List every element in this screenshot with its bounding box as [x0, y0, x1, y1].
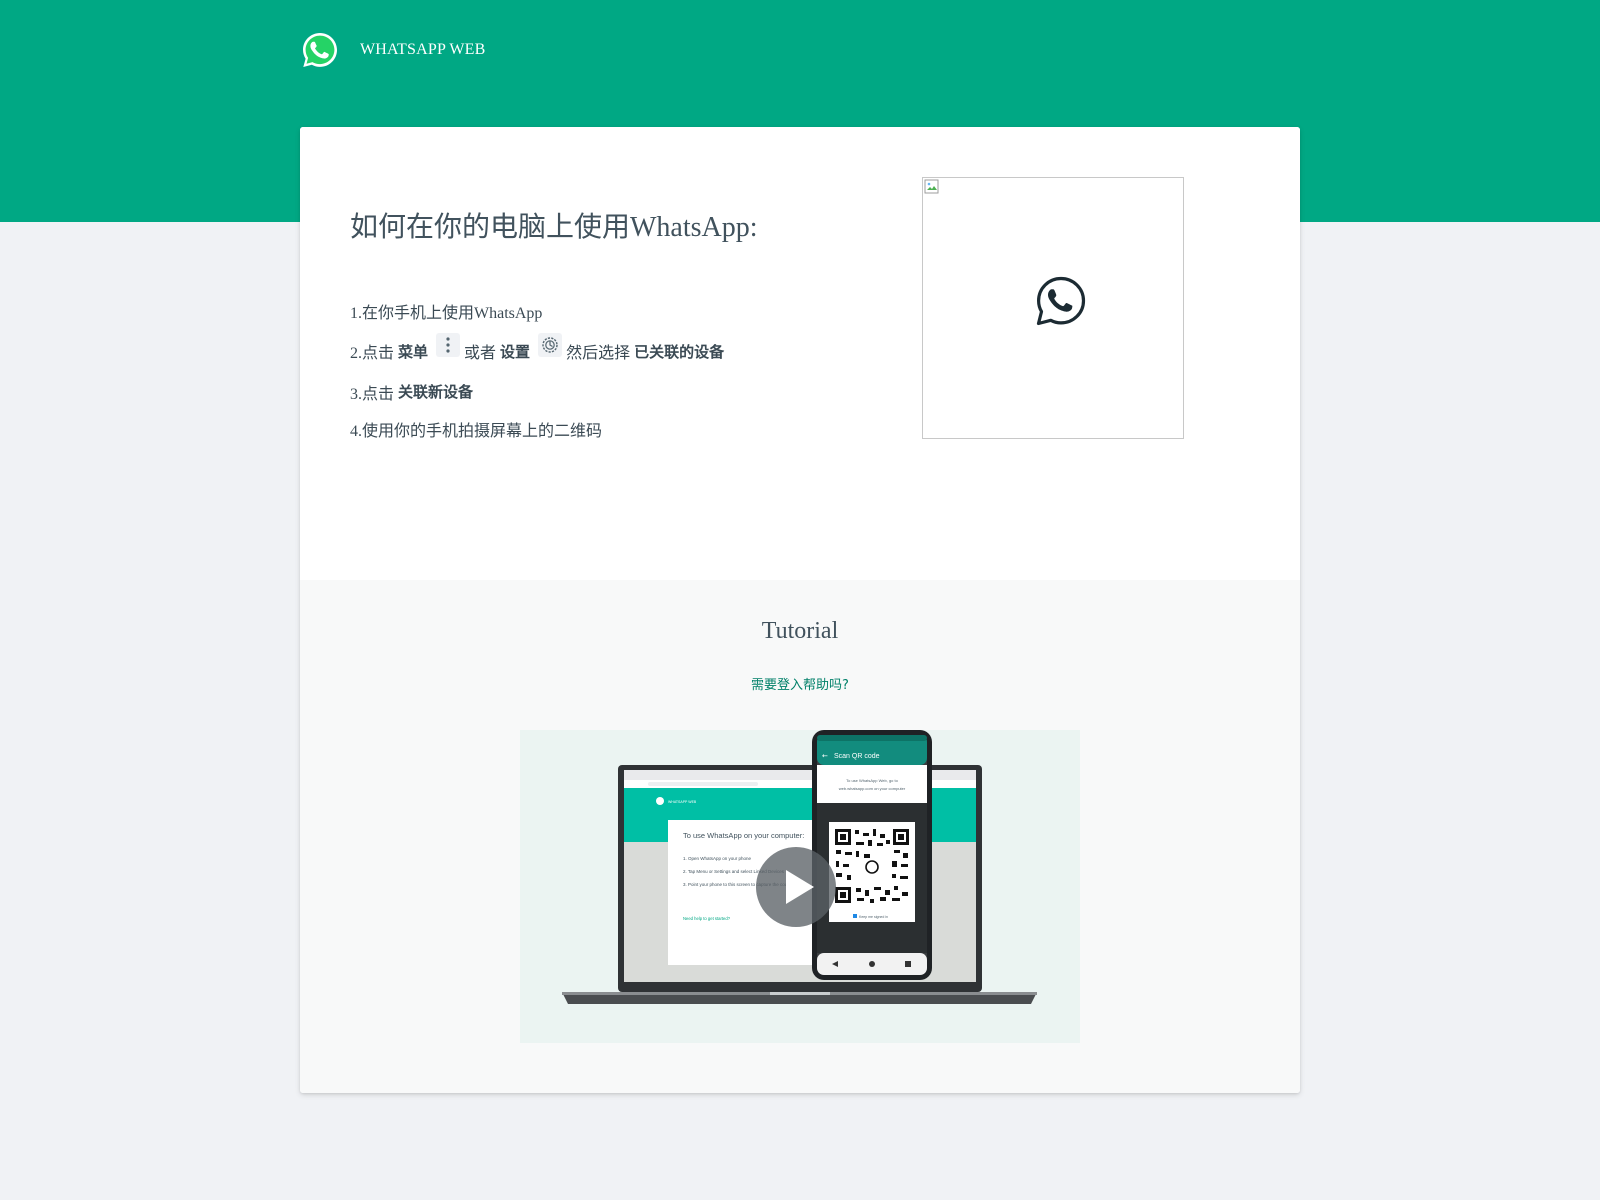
broken-image-icon	[924, 179, 939, 194]
step-2-prefix: 2.点击	[350, 345, 395, 362]
laptop-whatsapp-logo	[656, 797, 664, 805]
instruction-step-3: 3.点击 关联新设备	[350, 373, 728, 410]
brand-title: WHATSAPP WEB	[360, 41, 486, 58]
phone-back-arrow: ←	[822, 752, 828, 760]
instruction-step-4: 4.使用你的手机拍摄屏幕上的二维码	[350, 410, 728, 447]
play-icon[interactable]	[756, 847, 836, 927]
landing-card: 如何在你的电脑上使用WhatsApp: 1.在你手机上使用WhatsApp 2.…	[300, 127, 1300, 1093]
phone-nav-recent	[905, 961, 911, 967]
qr-code-box	[922, 177, 1184, 439]
step-3-link-new-device: 关联新设备	[398, 383, 474, 401]
laptop-heading: To use WhatsApp on your computer:	[683, 831, 804, 840]
phone-nav-home	[869, 961, 875, 967]
header-brand: WHATSAPP WEB	[300, 30, 486, 70]
phone-note-line-1: To use WhatsApp Web, go to	[846, 778, 899, 783]
laptop-help-link: Need help to get started?	[683, 916, 731, 921]
laptop-notch	[770, 992, 830, 995]
phone-note-area	[817, 765, 927, 803]
phone-note-line-2: web.whatsapp.com on your computer	[839, 786, 906, 791]
step-2-or: 或者	[464, 345, 497, 362]
laptop-step-1: 1. Open WhatsApp on your phone	[683, 856, 752, 861]
tutorial-section: Tutorial 需要登入帮助吗? WHATSAPP WEB To use Wh…	[300, 580, 1300, 1093]
tutorial-video[interactable]: WHATSAPP WEB To use WhatsApp on your com…	[520, 730, 1080, 1043]
tutorial-title: Tutorial	[761, 618, 839, 644]
step-2-linked-devices: 已关联的设备	[634, 342, 725, 361]
step-2-settings-label: 设置	[500, 342, 531, 361]
landing-window: 如何在你的电脑上使用WhatsApp: 1.在你手机上使用WhatsApp 2.…	[300, 127, 1300, 580]
step-3-prefix: 3.点击	[350, 385, 395, 403]
settings-gear-icon	[538, 333, 563, 357]
phone-keep-checkbox	[853, 914, 857, 918]
phone-status-bar	[817, 735, 927, 741]
whatsapp-logo-icon	[1036, 276, 1086, 326]
step-2-then: 然后选择	[566, 345, 631, 362]
tutorial-video-thumbnail: WHATSAPP WEB To use WhatsApp on your com…	[562, 730, 1037, 1004]
phone-header-title: Scan QR code	[834, 753, 880, 760]
help-link[interactable]: 需要登入帮助吗?	[300, 674, 1300, 693]
step-1-text: 1.在你手机上使用WhatsApp	[350, 304, 543, 322]
instructions-list: 1.在你手机上使用WhatsApp 2.点击 菜单 或者 设置 然后选择 已关联…	[350, 292, 728, 447]
step-4-text: 4.使用你的手机拍摄屏幕上的二维码	[350, 422, 603, 440]
instruction-step-2: 2.点击 菜单 或者 设置 然后选择 已关联的设备	[350, 329, 728, 373]
laptop-brand-text: WHATSAPP WEB	[668, 800, 697, 804]
page-title: 如何在你的电脑上使用WhatsApp:	[350, 212, 758, 243]
kebab-menu-icon	[436, 333, 461, 357]
url-field	[648, 782, 758, 786]
phone-qr-code	[833, 827, 911, 905]
phone-keep-label: Keep me signed in	[859, 915, 888, 919]
instruction-step-1: 1.在你手机上使用WhatsApp	[350, 292, 728, 329]
whatsapp-logo-icon	[303, 33, 337, 67]
step-2-menu-label: 菜单	[398, 342, 429, 361]
